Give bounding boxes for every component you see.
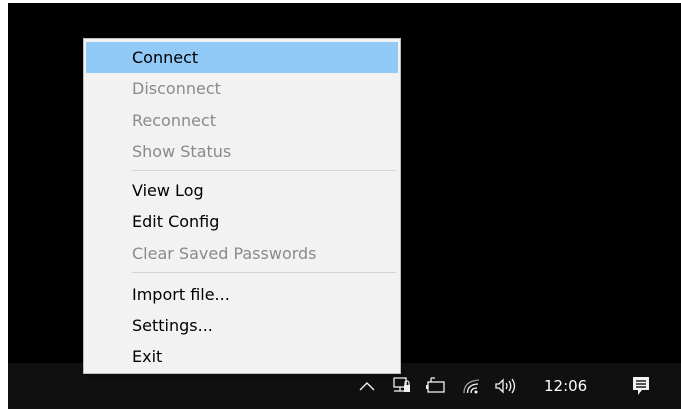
taskbar-clock[interactable]: 12:06 [544, 363, 587, 409]
wifi-icon [463, 379, 480, 394]
menu-item-import-file[interactable]: Import file... [86, 279, 398, 310]
volume-icon [495, 378, 516, 394]
menu-item-disconnect[interactable]: Disconnect [86, 73, 398, 104]
menu-item-show-status[interactable]: Show Status [86, 136, 398, 167]
menu-separator [132, 170, 396, 171]
battery-icon [426, 377, 445, 393]
menu-item-settings[interactable]: Settings... [86, 310, 398, 341]
menu-item-view-log[interactable]: View Log [86, 175, 398, 206]
action-center-button[interactable] [626, 363, 656, 409]
wifi-tray-button[interactable] [458, 363, 486, 409]
battery-tray-button[interactable] [422, 363, 450, 409]
action-center-icon [633, 377, 649, 395]
vpn-network-icon [393, 377, 410, 392]
chevron-up-icon [359, 382, 375, 391]
menu-separator [132, 272, 396, 273]
menu-item-edit-config[interactable]: Edit Config [86, 206, 398, 237]
tray-context-menu: Connect Disconnect Reconnect Show Status… [83, 38, 401, 374]
menu-item-reconnect[interactable]: Reconnect [86, 105, 398, 136]
menu-item-connect[interactable]: Connect [86, 42, 398, 73]
menu-item-clear-saved-passwords[interactable]: Clear Saved Passwords [86, 238, 398, 269]
volume-tray-button[interactable] [490, 363, 520, 409]
menu-item-exit[interactable]: Exit [86, 341, 398, 372]
